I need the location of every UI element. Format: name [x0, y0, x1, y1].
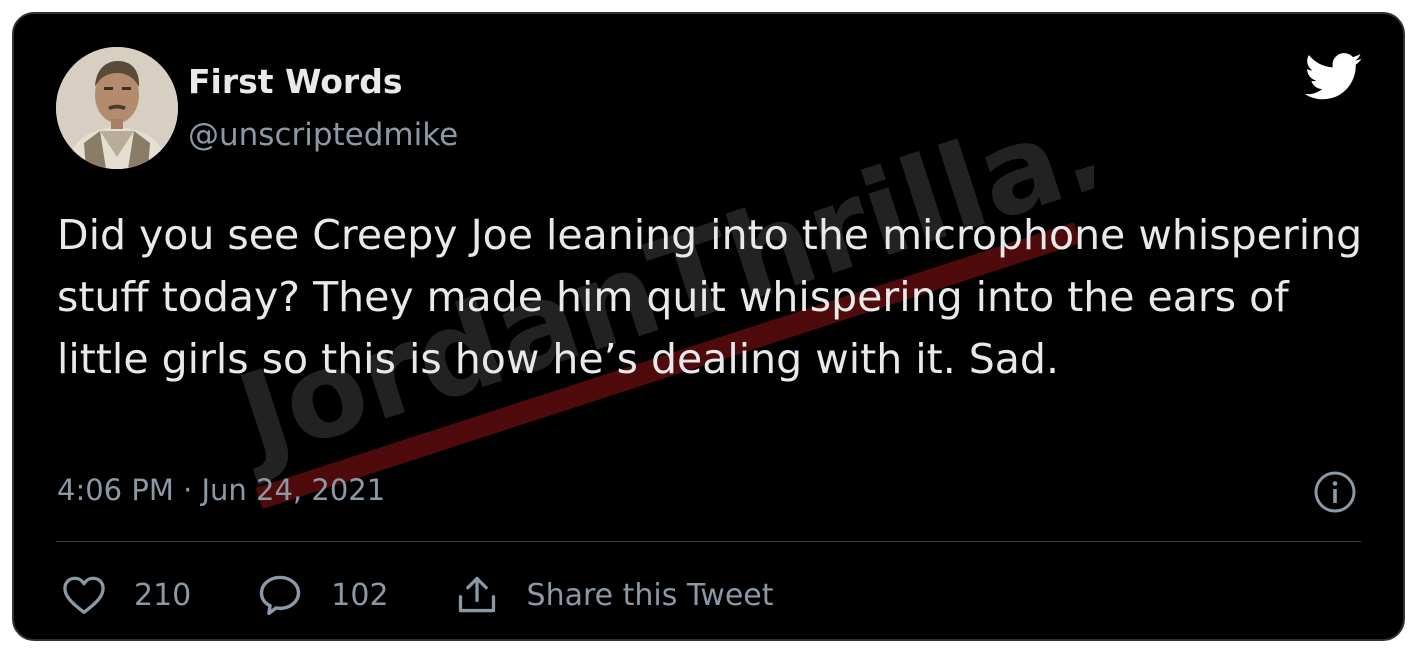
tweet-text: Did you see Creepy Joe leaning into the …	[57, 211, 1363, 383]
tweet-card: JordanThrilla. First Words @unscriptedmi…	[12, 12, 1405, 641]
share-label: Share this Tweet	[526, 577, 774, 613]
info-icon[interactable]	[1313, 470, 1357, 514]
tweet-actions: 210 102 Share this Tweet	[62, 570, 840, 620]
like-count: 210	[134, 577, 192, 613]
heart-icon	[63, 576, 105, 614]
twitter-bird-icon[interactable]	[1305, 52, 1363, 102]
display-name[interactable]: First Words	[188, 62, 402, 102]
share-icon	[458, 576, 495, 613]
avatar[interactable]	[56, 47, 178, 169]
divider	[56, 541, 1361, 542]
tweet-timestamp[interactable]: 4:06 PM · Jun 24, 2021	[57, 470, 385, 510]
share-button[interactable]: Share this Tweet	[455, 574, 774, 616]
user-handle[interactable]: @unscriptedmike	[188, 115, 458, 155]
avatar-photo	[56, 47, 178, 169]
reply-icon	[260, 575, 301, 616]
reply-count: 102	[331, 577, 389, 613]
like-button[interactable]: 210	[62, 575, 191, 615]
reply-button[interactable]: 102	[257, 574, 389, 616]
